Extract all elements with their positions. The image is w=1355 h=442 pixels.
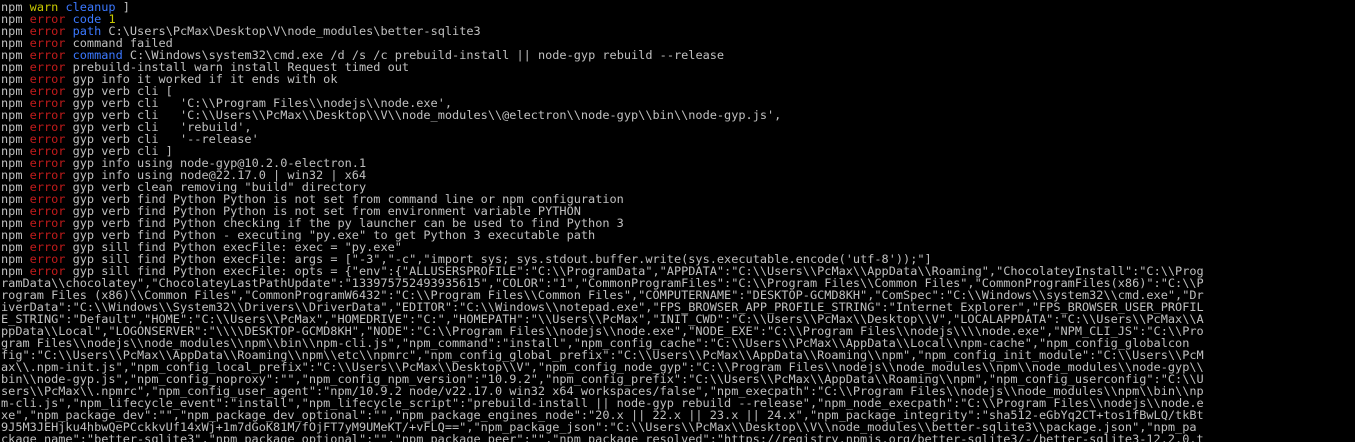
terminal-line: npm error path C:\Users\PcMax\Desktop\V\… [1, 25, 1355, 37]
terminal-line: npm error gyp verb cli '--release' [1, 133, 1355, 145]
log-text: ] [115, 0, 130, 14]
terminal-line: ckage_name":"better-sqlite3","npm_packag… [1, 433, 1355, 442]
terminal-output[interactable]: npm warn cleanup ] npm error code 1 npm er… [0, 0, 1355, 442]
log-text: ckage_name":"better-sqlite3","npm_packag… [1, 432, 1204, 442]
terminal-line: npm warn cleanup ] [1, 1, 1355, 13]
terminal-line: npm error gyp info it worked if it ends … [1, 73, 1355, 85]
